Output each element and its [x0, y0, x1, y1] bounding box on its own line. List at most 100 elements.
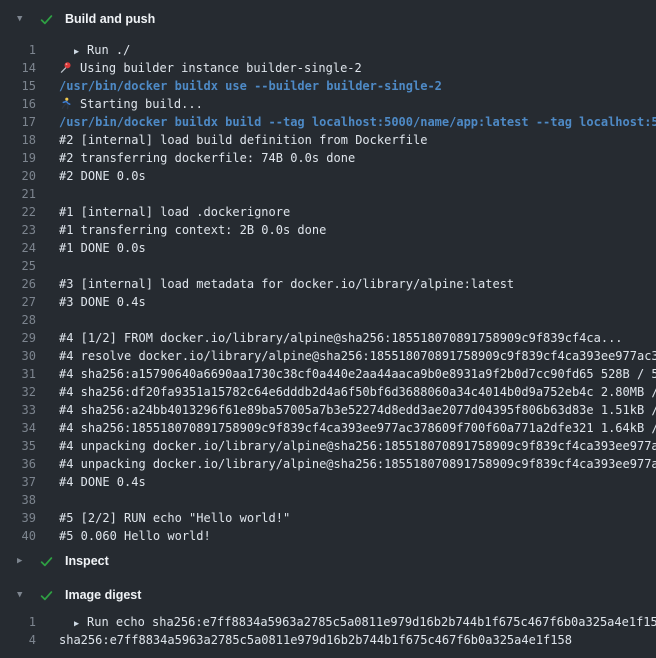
line-number[interactable]: 16: [0, 95, 36, 113]
workflow-log: ▼ Build and push 1▶Run ./14Using builder…: [0, 0, 656, 649]
line-text: #3 DONE 0.4s: [36, 293, 656, 311]
check-icon: [39, 554, 54, 569]
line-text: #4 sha256:185518070891758909c9f839cf4ca3…: [36, 419, 656, 437]
line-number[interactable]: 30: [0, 347, 36, 365]
line-number[interactable]: 35: [0, 437, 36, 455]
chevron-right-icon[interactable]: ▶: [17, 547, 30, 575]
line-text: #4 resolve docker.io/library/alpine@sha2…: [36, 347, 656, 365]
line-number[interactable]: 37: [0, 473, 36, 491]
line-text: #4 unpacking docker.io/library/alpine@sh…: [36, 455, 656, 473]
log-line: 28: [0, 311, 656, 329]
section-header-build-and-push[interactable]: ▼ Build and push: [0, 5, 656, 33]
log-line: 23#1 transferring context: 2B 0.0s done: [0, 221, 656, 239]
log-line: 22#1 [internal] load .dockerignore: [0, 203, 656, 221]
line-text: #5 0.060 Hello world!: [36, 527, 656, 545]
line-number[interactable]: 28: [0, 311, 36, 329]
log-line: 34#4 sha256:185518070891758909c9f839cf4c…: [0, 419, 656, 437]
log-line: 38: [0, 491, 656, 509]
line-text: #5 [2/2] RUN echo "Hello world!": [36, 509, 656, 527]
log-line: 25: [0, 257, 656, 275]
line-number[interactable]: 22: [0, 203, 36, 221]
log-line: 30#4 resolve docker.io/library/alpine@sh…: [0, 347, 656, 365]
log-line: 36#4 unpacking docker.io/library/alpine@…: [0, 455, 656, 473]
log-line: 16Starting build...: [0, 95, 656, 113]
expand-icon[interactable]: ▶: [74, 615, 87, 631]
expand-icon[interactable]: ▶: [74, 43, 87, 59]
line-number[interactable]: 15: [0, 77, 36, 95]
line-text: #3 [internal] load metadata for docker.i…: [36, 275, 656, 293]
line-text: #1 DONE 0.0s: [36, 239, 656, 257]
log-line: 1▶Run echo sha256:e7ff8834a5963a2785c5a0…: [0, 613, 656, 631]
line-number[interactable]: 25: [0, 257, 36, 275]
log-lines: 1▶Run echo sha256:e7ff8834a5963a2785c5a0…: [0, 613, 656, 649]
line-number[interactable]: 39: [0, 509, 36, 527]
log-line: 39#5 [2/2] RUN echo "Hello world!": [0, 509, 656, 527]
line-number[interactable]: 19: [0, 149, 36, 167]
line-text: #1 transferring context: 2B 0.0s done: [36, 221, 656, 239]
line-number[interactable]: 27: [0, 293, 36, 311]
pushpin-icon: [59, 59, 73, 77]
line-text: [36, 491, 656, 509]
log-line: 21: [0, 185, 656, 203]
line-number[interactable]: 29: [0, 329, 36, 347]
line-text: #4 [1/2] FROM docker.io/library/alpine@s…: [36, 329, 656, 347]
log-line: 31#4 sha256:a15790640a6690aa1730c38cf0a4…: [0, 365, 656, 383]
line-text: #2 [internal] load build definition from…: [36, 131, 656, 149]
line-number[interactable]: 17: [0, 113, 36, 131]
line-text: #4 sha256:a15790640a6690aa1730c38cf0a440…: [36, 365, 656, 383]
section-title: Build and push: [65, 12, 155, 26]
line-number[interactable]: 23: [0, 221, 36, 239]
line-text: #2 transferring dockerfile: 74B 0.0s don…: [36, 149, 656, 167]
line-number[interactable]: 36: [0, 455, 36, 473]
line-number[interactable]: 21: [0, 185, 36, 203]
line-number[interactable]: 1: [0, 613, 36, 631]
section-title: Inspect: [65, 554, 109, 568]
line-text: ▶Run ./: [36, 41, 656, 59]
chevron-down-icon[interactable]: ▼: [17, 581, 30, 609]
log-line: 32#4 sha256:df20fa9351a15782c64e6dddb2d4…: [0, 383, 656, 401]
line-number[interactable]: 20: [0, 167, 36, 185]
log-line: 40#5 0.060 Hello world!: [0, 527, 656, 545]
log-line: 4sha256:e7ff8834a5963a2785c5a0811e979d16…: [0, 631, 656, 649]
line-text: Starting build...: [36, 95, 656, 113]
log-line: 26#3 [internal] load metadata for docker…: [0, 275, 656, 293]
section-header-image-digest[interactable]: ▼ Image digest: [0, 581, 656, 609]
chevron-down-icon[interactable]: ▼: [17, 5, 30, 33]
log-line: 33#4 sha256:a24bb4013296f61e89ba57005a7b…: [0, 401, 656, 419]
section-header-inspect[interactable]: ▶ Inspect: [0, 547, 656, 575]
log-line: 15/usr/bin/docker buildx use --builder b…: [0, 77, 656, 95]
line-number[interactable]: 18: [0, 131, 36, 149]
line-number[interactable]: 32: [0, 383, 36, 401]
log-section-inspect: ▶ Inspect: [0, 547, 656, 575]
log-lines: 1▶Run ./14Using builder instance builder…: [0, 41, 656, 545]
line-text: #2 DONE 0.0s: [36, 167, 656, 185]
line-text: Using builder instance builder-single-2: [36, 59, 656, 77]
check-icon: [39, 588, 54, 603]
line-number[interactable]: 38: [0, 491, 36, 509]
log-section-build-and-push: ▼ Build and push 1▶Run ./14Using builder…: [0, 0, 656, 545]
log-line: 27#3 DONE 0.4s: [0, 293, 656, 311]
log-section-image-digest: ▼ Image digest 1▶Run echo sha256:e7ff883…: [0, 581, 656, 649]
line-number[interactable]: 34: [0, 419, 36, 437]
runner-icon: [59, 95, 73, 113]
line-number[interactable]: 4: [0, 631, 36, 649]
line-number[interactable]: 40: [0, 527, 36, 545]
line-text: [36, 257, 656, 275]
line-text: #1 [internal] load .dockerignore: [36, 203, 656, 221]
log-line: 24#1 DONE 0.0s: [0, 239, 656, 257]
line-text: sha256:e7ff8834a5963a2785c5a0811e979d16b…: [36, 631, 656, 649]
log-line: 20#2 DONE 0.0s: [0, 167, 656, 185]
line-number[interactable]: 31: [0, 365, 36, 383]
line-number[interactable]: 1: [0, 41, 36, 59]
log-line: 18#2 [internal] load build definition fr…: [0, 131, 656, 149]
line-number[interactable]: 26: [0, 275, 36, 293]
log-line: 35#4 unpacking docker.io/library/alpine@…: [0, 437, 656, 455]
log-line: 29#4 [1/2] FROM docker.io/library/alpine…: [0, 329, 656, 347]
line-text: #4 unpacking docker.io/library/alpine@sh…: [36, 437, 656, 455]
line-text: #4 sha256:a24bb4013296f61e89ba57005a7b3e…: [36, 401, 656, 419]
line-number[interactable]: 24: [0, 239, 36, 257]
line-number[interactable]: 14: [0, 59, 36, 77]
line-number[interactable]: 33: [0, 401, 36, 419]
log-line: 37#4 DONE 0.4s: [0, 473, 656, 491]
line-text: [36, 311, 656, 329]
